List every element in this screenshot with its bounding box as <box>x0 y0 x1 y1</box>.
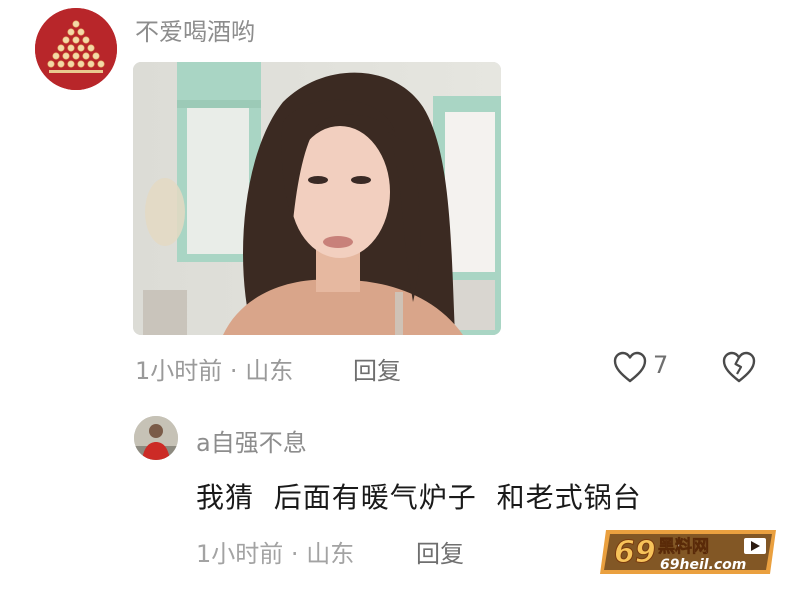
reply-button[interactable]: 回复 <box>353 351 401 386</box>
comment-thread: 不爱喝酒哟 1小时前 · 山东 回复 7 a自强不息 我猜 后面有暖气炉子 和老… <box>0 0 800 590</box>
comment-photo[interactable] <box>133 62 501 335</box>
reply-meta: 1小时前 · 山东 <box>196 534 354 569</box>
reply-username[interactable]: a自强不息 <box>196 423 307 458</box>
comment-username[interactable]: 不爱喝酒哟 <box>135 12 255 47</box>
like-heart-icon[interactable] <box>612 350 648 384</box>
meta-separator: · <box>290 540 299 568</box>
watermark-brand: 黑料网 <box>658 536 709 557</box>
reply-location: 山东 <box>306 540 355 568</box>
comment-meta: 1小时前 · 山东 <box>135 351 293 386</box>
reply-time: 1小时前 <box>196 540 284 568</box>
reply-content: 我猜 后面有暖气炉子 和老式锅台 <box>196 481 642 514</box>
site-watermark-logo: 69 黑料网 69heil.com <box>596 524 790 580</box>
meta-separator: · <box>229 357 238 385</box>
like-count: 7 <box>653 351 669 379</box>
user-avatar[interactable] <box>35 8 117 90</box>
woman-selfie-photo-icon <box>133 62 501 335</box>
dislike-broken-heart-icon[interactable] <box>721 350 757 384</box>
watermark-number: 69 <box>614 535 656 570</box>
wine-cups-pyramid-icon <box>35 8 117 90</box>
reply-reply-button[interactable]: 回复 <box>416 534 464 569</box>
reply-user-avatar[interactable] <box>134 416 178 460</box>
watermark-domain: 69heil.com <box>660 557 746 573</box>
comment-location: 山东 <box>245 357 294 385</box>
comment-time: 1小时前 <box>135 357 223 385</box>
person-avatar-icon <box>134 416 178 460</box>
